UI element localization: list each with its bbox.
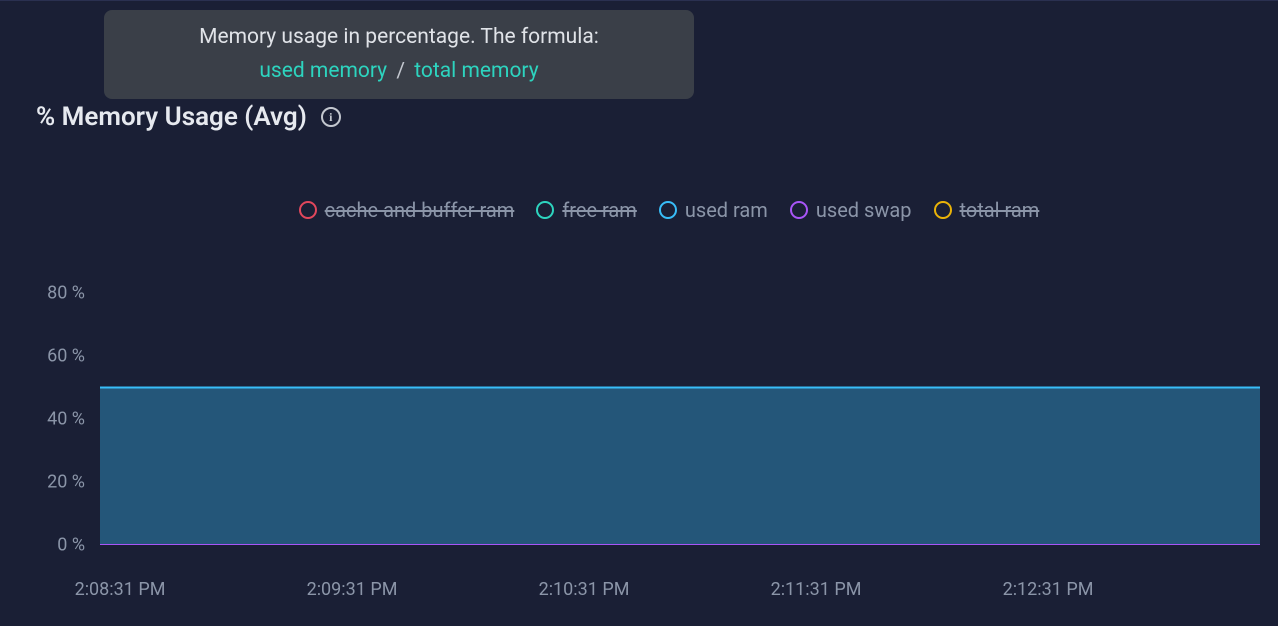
legend-item-free-ram[interactable]: free ram [536,198,637,222]
legend-item-used-swap[interactable]: used swap [790,198,912,222]
x-tick: 2:09:31 PM [307,579,398,600]
tooltip-total-memory: total memory [414,59,538,83]
legend-label: total ram [960,198,1040,222]
legend-label: used ram [685,198,768,222]
tooltip-line1: Memory usage in percentage. The formula: [124,22,674,54]
y-tick: 80 % [30,283,85,304]
legend-label: used swap [816,198,912,222]
y-tick: 0 % [30,535,85,556]
info-icon[interactable] [321,107,341,127]
chart-legend: cache and buffer ram free ram used ram used… [0,198,1278,222]
legend-item-cache-and-buffer-ram[interactable]: cache and buffer ram [299,198,515,222]
series-area-used-ram [100,388,1260,546]
legend-swatch [299,201,317,219]
tooltip-used-memory: used memory [259,59,387,83]
legend-swatch [536,201,554,219]
legend-swatch [934,201,952,219]
chart-title: % Memory Usage (Avg) [36,102,307,132]
legend-item-total-ram[interactable]: total ram [934,198,1040,222]
y-tick: 60 % [30,346,85,367]
chart-tooltip: Memory usage in percentage. The formula:… [104,10,694,99]
y-tick: 20 % [30,472,85,493]
legend-label: cache and buffer ram [325,198,515,222]
tooltip-slash: / [396,59,405,83]
chart-area: 0 % 20 % 40 % 60 % 80 % 2:08:31 PM 2:09:31 PM… [30,230,1260,600]
legend-label: free ram [562,198,637,222]
legend-swatch [659,201,677,219]
chart-title-row: % Memory Usage (Avg) [36,102,341,132]
chart-plot[interactable] [100,230,1260,545]
legend-item-used-ram[interactable]: used ram [659,198,768,222]
x-tick: 2:11:31 PM [771,579,862,600]
y-tick: 40 % [30,409,85,430]
x-tick: 2:08:31 PM [75,579,166,600]
legend-swatch [790,201,808,219]
x-tick: 2:12:31 PM [1003,579,1094,600]
x-tick: 2:10:31 PM [539,579,630,600]
tooltip-formula: used memory / total memory [124,56,674,88]
